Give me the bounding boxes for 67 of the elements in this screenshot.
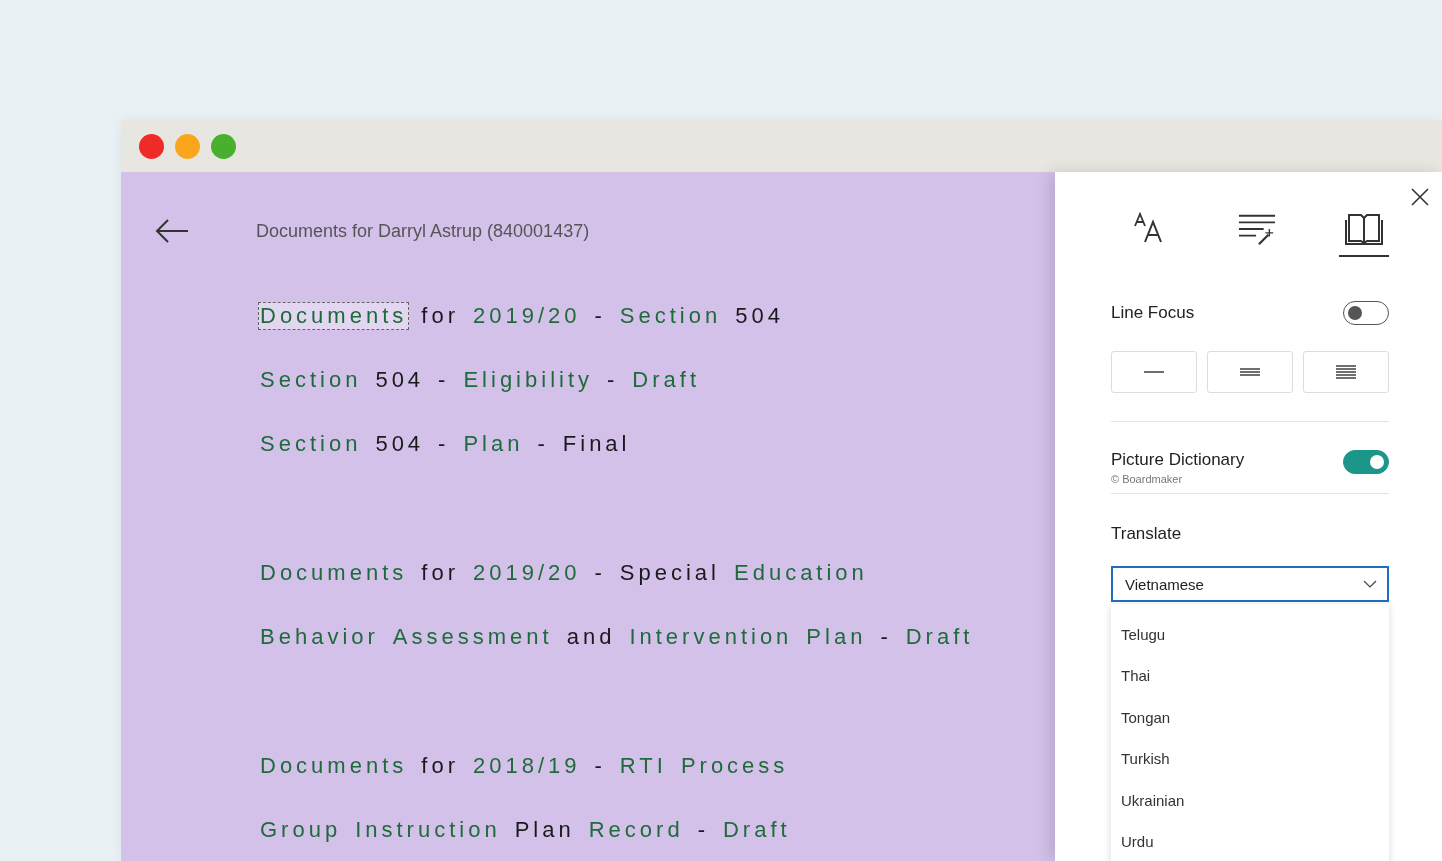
- word[interactable]: 2019/20: [470, 302, 583, 330]
- word[interactable]: Section: [258, 366, 364, 394]
- book-icon: [1345, 212, 1383, 246]
- language-option[interactable]: Telugu: [1111, 614, 1389, 656]
- word[interactable]: Group: [258, 816, 344, 844]
- word[interactable]: for: [419, 559, 461, 587]
- document-heading: Documents for Darryl Astrup (840001437): [256, 220, 590, 242]
- line-count-button[interactable]: [1207, 351, 1293, 393]
- lines-icon: [1239, 365, 1261, 379]
- word[interactable]: -: [436, 366, 452, 394]
- word[interactable]: Education: [732, 559, 870, 587]
- word[interactable]: -: [592, 752, 608, 780]
- word[interactable]: 504: [373, 366, 427, 394]
- close-window-button[interactable]: [139, 133, 164, 159]
- credit-text: © Boardmaker: [1111, 473, 1184, 485]
- word[interactable]: -: [695, 816, 711, 844]
- word[interactable]: for: [419, 302, 461, 330]
- word[interactable]: Plan: [804, 623, 869, 651]
- word[interactable]: Section: [258, 430, 364, 458]
- word[interactable]: Documents: [258, 752, 410, 780]
- word[interactable]: 504: [733, 302, 786, 330]
- picture-dictionary-label: Picture Dictionary: [1111, 450, 1245, 470]
- translate-label: Translate: [1111, 524, 1183, 544]
- word[interactable]: Eligibility: [461, 366, 596, 394]
- language-select[interactable]: Vietnamese: [1111, 566, 1389, 602]
- word[interactable]: -: [878, 623, 894, 651]
- word[interactable]: -: [436, 430, 452, 458]
- language-option[interactable]: Tongan: [1111, 696, 1389, 739]
- word[interactable]: Intervention: [627, 623, 795, 651]
- back-arrow-icon[interactable]: [155, 219, 189, 243]
- word[interactable]: and: [564, 623, 618, 651]
- word[interactable]: -: [535, 430, 551, 458]
- word[interactable]: Draft: [630, 366, 703, 394]
- word[interactable]: 2019/20: [470, 559, 583, 587]
- picture-dictionary-toggle[interactable]: [1343, 450, 1389, 474]
- word[interactable]: Special: [617, 559, 722, 587]
- word[interactable]: Documents: [258, 559, 410, 587]
- word[interactable]: -: [592, 302, 608, 330]
- word[interactable]: 504: [373, 430, 427, 458]
- word[interactable]: Draft: [720, 816, 793, 844]
- lines-icon: [1335, 365, 1357, 379]
- word[interactable]: Instruction: [353, 816, 503, 844]
- word[interactable]: for: [419, 752, 461, 780]
- word[interactable]: RTI: [617, 752, 669, 780]
- word[interactable]: Plan: [461, 430, 526, 458]
- word[interactable]: Behavior: [258, 623, 381, 651]
- word[interactable]: -: [592, 559, 608, 587]
- word[interactable]: Assessment: [390, 623, 555, 651]
- language-option[interactable]: Ukrainian: [1111, 779, 1389, 821]
- language-option[interactable]: Thai: [1111, 655, 1389, 697]
- word[interactable]: Record: [586, 816, 686, 844]
- word[interactable]: Draft: [903, 623, 976, 651]
- line-count-button[interactable]: [1303, 351, 1389, 393]
- line-focus-label: Line Focus: [1111, 303, 1195, 323]
- word[interactable]: Plan: [512, 816, 577, 844]
- chevron-down-icon: [1363, 580, 1377, 588]
- word[interactable]: 2018/19: [470, 752, 583, 780]
- word[interactable]: -: [605, 366, 621, 394]
- word[interactable]: Section: [617, 302, 724, 330]
- language-option[interactable]: Urdu: [1111, 820, 1389, 861]
- language-option[interactable]: Turkish: [1111, 738, 1389, 780]
- word[interactable]: Documents: [258, 302, 410, 330]
- word[interactable]: Final: [560, 430, 633, 458]
- lines-wand-icon: [1238, 212, 1276, 246]
- word[interactable]: Process: [678, 752, 791, 780]
- close-icon[interactable]: [1411, 188, 1429, 206]
- line-focus-toggle[interactable]: [1343, 301, 1389, 325]
